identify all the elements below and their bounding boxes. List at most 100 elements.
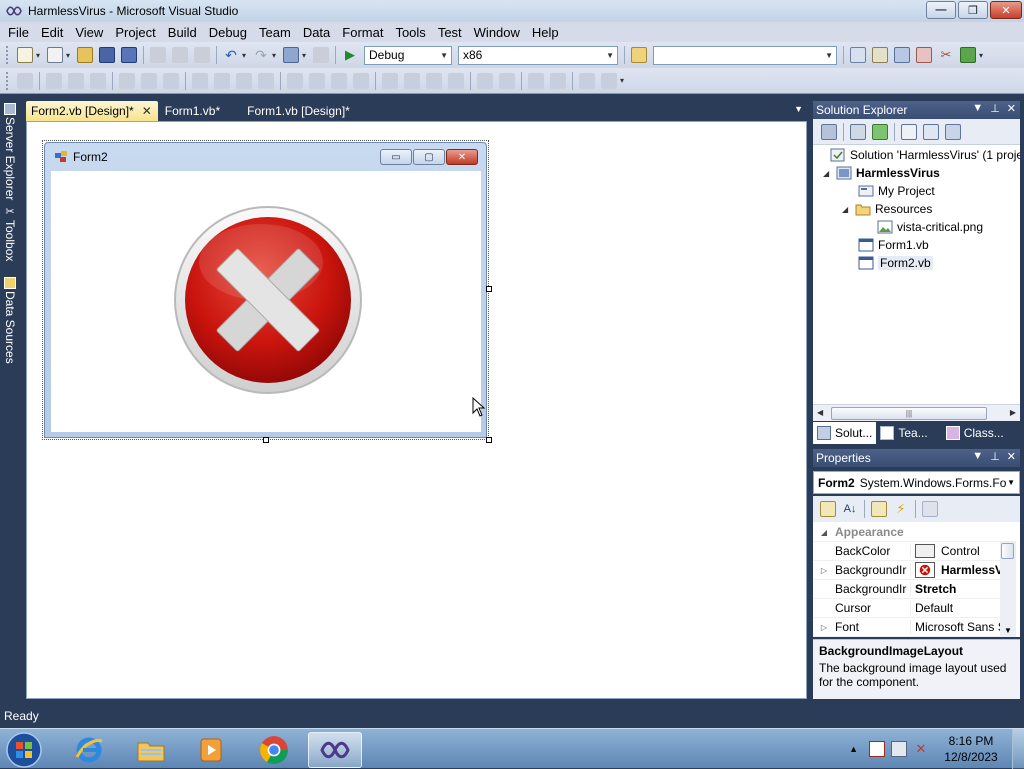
- minimize-button[interactable]: —: [926, 1, 956, 19]
- expand-arrow-icon[interactable]: ▷: [813, 566, 835, 575]
- tree-item-my-project[interactable]: My Project: [845, 182, 935, 200]
- view-class-diagram-icon[interactable]: [945, 123, 961, 140]
- show-desktop-button[interactable]: [1012, 729, 1024, 769]
- open-file-icon[interactable]: [77, 47, 93, 63]
- scrollbar-thumb[interactable]: [1001, 543, 1014, 559]
- tree-item-resources[interactable]: ◢ Resources: [842, 200, 932, 218]
- show-all-files-icon[interactable]: [850, 123, 866, 140]
- toolbar-options-dropdown[interactable]: ▾: [620, 76, 626, 85]
- taskbar-media-player[interactable]: [184, 732, 238, 768]
- collapse-arrow-icon[interactable]: ◢: [813, 528, 835, 537]
- system-clock[interactable]: 8:16 PM 12/8/2023: [936, 733, 1006, 765]
- align-middles-icon[interactable]: [141, 72, 157, 89]
- view-designer-icon[interactable]: [923, 123, 939, 140]
- cut-icon[interactable]: [150, 47, 166, 63]
- align-bottoms-icon[interactable]: [163, 72, 179, 89]
- align-centers-icon[interactable]: [68, 72, 84, 89]
- taskbar-internet-explorer[interactable]: [62, 732, 116, 768]
- remove-horizontal-spacing-icon[interactable]: [353, 72, 369, 89]
- menu-project[interactable]: Project: [109, 25, 161, 40]
- remove-vertical-spacing-icon[interactable]: [448, 72, 464, 89]
- align-rights-icon[interactable]: [90, 72, 106, 89]
- windows-start-button-icon[interactable]: [4, 731, 44, 769]
- property-pages-icon[interactable]: [922, 501, 938, 517]
- refresh-icon[interactable]: [872, 123, 888, 140]
- auto-hide-pin-icon[interactable]: ⊥: [990, 102, 1000, 115]
- tab-form1-design[interactable]: Form1.vb [Design]*: [242, 101, 356, 121]
- menu-help[interactable]: Help: [526, 25, 565, 40]
- navigate-forward-icon[interactable]: [313, 47, 329, 63]
- property-value[interactable]: Microsoft Sans S: [911, 620, 1003, 634]
- make-same-width-icon[interactable]: [192, 72, 208, 89]
- window-position-icon[interactable]: ▼: [972, 450, 983, 463]
- tab-class-view[interactable]: Class...: [942, 422, 1008, 444]
- align-lefts-icon[interactable]: [46, 72, 62, 89]
- scroll-down-icon[interactable]: ▼: [1004, 626, 1012, 635]
- undo-icon[interactable]: ↶: [223, 47, 239, 63]
- resize-handle-bottom[interactable]: [263, 437, 269, 443]
- property-row-backgroundimagelayout[interactable]: BackgroundIr Stretch: [813, 580, 1003, 599]
- scroll-left-icon[interactable]: ◀: [817, 408, 823, 417]
- property-category-appearance[interactable]: ◢ Appearance: [813, 523, 1003, 542]
- toolbar-grip[interactable]: [6, 46, 10, 64]
- decrease-horizontal-spacing-icon[interactable]: [331, 72, 347, 89]
- property-value[interactable]: Default: [911, 601, 1003, 615]
- tab-form2-design[interactable]: Form2.vb [Design]* ✕: [26, 101, 158, 121]
- resize-handle-right[interactable]: [486, 286, 492, 292]
- toolbox-icon[interactable]: [916, 47, 932, 63]
- show-hidden-icons-icon[interactable]: ▲: [849, 744, 858, 754]
- close-panel-icon[interactable]: ✕: [1007, 450, 1016, 463]
- action-center-icon[interactable]: [869, 741, 885, 757]
- categorized-icon[interactable]: [820, 501, 836, 517]
- auto-hide-pin-icon[interactable]: ⊥: [990, 450, 1000, 463]
- data-sources-tab[interactable]: Data Sources: [2, 277, 18, 364]
- collapse-arrow-icon[interactable]: ◢: [842, 205, 852, 214]
- property-row-backcolor[interactable]: BackColor Control: [813, 542, 1003, 561]
- redo-dropdown[interactable]: ▾: [272, 51, 278, 60]
- menu-debug[interactable]: Debug: [203, 25, 253, 40]
- menu-build[interactable]: Build: [162, 25, 203, 40]
- volume-muted-icon[interactable]: ✕: [913, 741, 929, 757]
- find-symbol-icon[interactable]: [850, 47, 866, 63]
- tree-item-solution[interactable]: Solution 'HarmlessVirus' (1 proje: [817, 146, 1020, 164]
- form-designer-surface[interactable]: Form2 ▭ ▢ ✕: [26, 121, 807, 699]
- bring-to-front-icon[interactable]: [528, 72, 544, 89]
- make-horizontal-spacing-equal-icon[interactable]: [287, 72, 303, 89]
- lock-controls-icon[interactable]: [601, 72, 617, 89]
- property-value[interactable]: Control: [911, 544, 1003, 558]
- tree-item-image-file[interactable]: vista-critical.png: [864, 218, 983, 236]
- resize-handle-bottom-right[interactable]: [486, 437, 492, 443]
- decrease-vertical-spacing-icon[interactable]: [426, 72, 442, 89]
- find-combo[interactable]: ▼: [653, 45, 837, 65]
- tab-form1-code[interactable]: Form1.vb*: [160, 101, 226, 121]
- increase-vertical-spacing-icon[interactable]: [404, 72, 420, 89]
- save-icon[interactable]: [99, 47, 115, 63]
- object-browser-icon[interactable]: [894, 47, 910, 63]
- tab-order-icon[interactable]: [579, 72, 595, 89]
- close-button[interactable]: ✕: [990, 1, 1022, 19]
- start-page-icon[interactable]: [960, 47, 976, 63]
- active-files-dropdown-icon[interactable]: ▼: [794, 104, 803, 114]
- taskbar-chrome[interactable]: [247, 732, 301, 768]
- restore-button[interactable]: ❐: [958, 1, 988, 19]
- taskbar-visual-studio[interactable]: [308, 732, 362, 768]
- alphabetical-icon[interactable]: A↓: [842, 501, 858, 517]
- size-to-grid-icon[interactable]: [214, 72, 230, 89]
- align-tops-icon[interactable]: [119, 72, 135, 89]
- network-icon[interactable]: [891, 741, 907, 757]
- menu-test[interactable]: Test: [432, 25, 468, 40]
- server-explorer-tab[interactable]: Server Explorer: [2, 103, 18, 200]
- extension-manager-icon[interactable]: ✂: [938, 47, 954, 63]
- solution-platform-combo[interactable]: x86 ▼: [458, 45, 618, 65]
- align-to-grid-icon[interactable]: [17, 72, 33, 89]
- new-project-dropdown[interactable]: ▾: [36, 51, 42, 60]
- events-icon[interactable]: ⚡: [893, 501, 909, 517]
- add-item-dropdown[interactable]: ▾: [66, 51, 72, 60]
- toolbox-tab[interactable]: ✂ Toolbox: [2, 206, 18, 261]
- save-all-icon[interactable]: [121, 47, 137, 63]
- property-grid-scrollbar[interactable]: ▼: [1000, 541, 1016, 637]
- property-row-font[interactable]: ▷ Font Microsoft Sans S: [813, 618, 1003, 637]
- paste-icon[interactable]: [194, 47, 210, 63]
- toolbar-grip[interactable]: [6, 71, 10, 90]
- tree-item-project[interactable]: ◢ HarmlessVirus: [823, 164, 940, 182]
